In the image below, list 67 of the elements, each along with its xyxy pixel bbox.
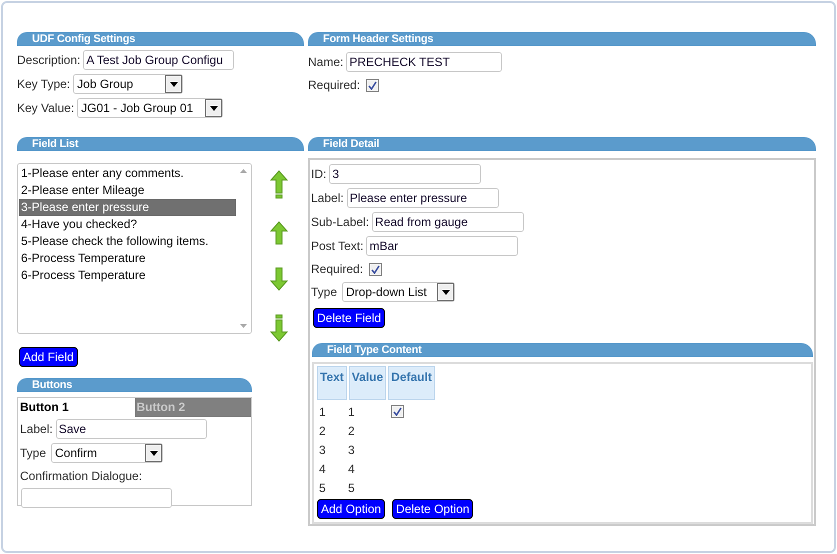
key-value-select[interactable]: JG01 - Job Group 01 [77,98,224,118]
field-label: ID: [311,166,326,183]
table-cell-text: 4 [347,460,356,478]
type-select[interactable]: Confirm [51,443,164,463]
column-header: Default [388,366,435,400]
arrow-up-to-line-icon[interactable] [269,170,289,199]
field-label: Label: [20,421,53,438]
field-label: Name: [308,54,344,71]
field-label: Sub-Label: [311,214,370,231]
sub-label-field[interactable]: Read from gauge [372,212,524,232]
field-label: Type [20,445,46,462]
description-field[interactable]: A Test Job Group Configu [83,50,234,70]
checkbox[interactable] [391,405,404,418]
table-cell-text: 4 [318,460,327,478]
arrow-down-to-line-icon[interactable] [269,314,289,343]
type-select[interactable]: Drop-down List [342,282,456,302]
post-text-field[interactable]: mBar [366,236,518,256]
field-list-item[interactable]: 2-Please enter Mileage [19,182,236,199]
column-header: Value [348,366,386,400]
field-label: Label: [311,190,344,207]
dropdown-caret-icon [205,99,222,117]
field-label: Required: [311,261,364,278]
scroll-down-icon[interactable] [240,324,246,328]
field-list-item[interactable]: 5-Please check the following items. [19,233,236,250]
field-label: Key Type: [17,76,70,93]
table-cell-text: 5 [347,480,356,496]
table-cell-text: 2 [347,422,356,440]
field-label: Key Value: [17,100,74,117]
section-header: UDF Config Settings [17,32,304,46]
column-header: Text [317,366,347,400]
table-cell-text: 2 [318,422,327,440]
field-label: Post Text: [311,238,364,255]
checkbox[interactable] [366,78,380,92]
delete-field-button[interactable]: Delete Field [313,308,386,328]
field-list-item[interactable]: 1-Please enter any comments. [19,165,236,182]
field-label: Type [311,284,338,301]
add-option-button[interactable]: Add Option [317,499,386,519]
section-header: Field List [17,137,304,151]
table-cell-text: 3 [318,442,327,458]
field-label: Required: [308,77,360,94]
table-cell-text: 3 [347,442,356,458]
field-list-item[interactable]: 6-Process Temperature [19,250,236,267]
table-cell-text: 1 [347,404,356,420]
field-label: Description: [17,52,80,69]
table-cell-text: 1 [318,404,327,420]
name-field[interactable]: PRECHECK TEST [346,52,502,72]
field-label: Confirmation Dialogue: [20,468,144,485]
add-field-button[interactable]: Add Field [19,347,78,367]
delete-option-button[interactable]: Delete Option [392,499,474,519]
scroll-up-icon[interactable] [240,169,246,173]
dropdown-caret-icon [145,444,162,462]
dropdown-caret-icon [437,283,454,301]
section-header: Buttons [17,378,252,392]
section-header: Field Type Content [312,343,813,357]
field-list-item[interactable]: 6-Process Temperature [19,267,236,284]
field-list-item[interactable]: 4-Have you checked? [19,216,236,233]
table-cell-text: 5 [318,480,327,496]
checkbox[interactable] [369,262,382,276]
label-field[interactable]: Save [56,419,207,439]
key-type-select[interactable]: Job Group [73,74,184,94]
dropdown-caret-icon [165,75,182,93]
id-field[interactable]: 3 [329,164,482,184]
label-field[interactable]: Please enter pressure [346,188,499,208]
field-list-item[interactable]: 3-Please enter pressure [19,199,236,216]
confirmation-field[interactable] [21,488,172,508]
section-header: Field Detail [308,137,816,151]
section-header: Form Header Settings [308,32,816,46]
